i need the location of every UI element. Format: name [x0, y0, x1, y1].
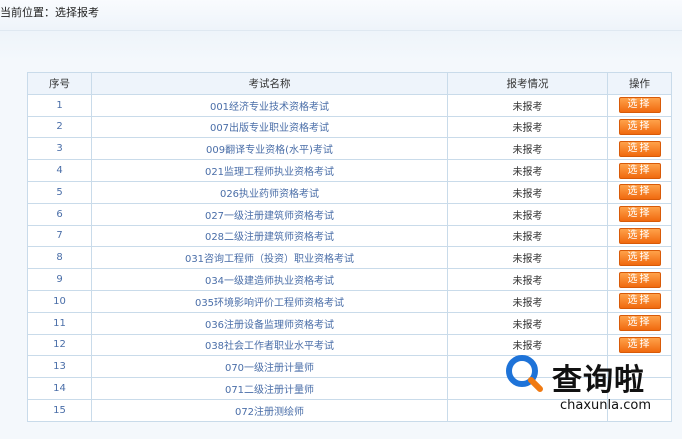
row-number: 11 — [27, 311, 92, 335]
exam-name: 070一级注册计量师 — [91, 355, 448, 379]
header-bar: 当前位置：选择报考 — [0, 0, 682, 31]
action-cell: 选择 — [607, 202, 672, 226]
select-button[interactable]: 选择 — [618, 249, 661, 266]
registration-status: 未报考 — [447, 159, 608, 182]
exam-name: 038社会工作者职业水平考试 — [91, 333, 448, 357]
action-cell: 选择 — [607, 180, 672, 204]
exam-name: 028二级注册建筑师资格考试 — [91, 224, 448, 248]
action-cell: 选择 — [607, 115, 672, 139]
registration-status: 未报考 — [447, 180, 608, 204]
row-number: 8 — [27, 246, 92, 270]
table-row: 1 001经济专业技术资格考试 未报考 选择 — [27, 93, 672, 117]
registration-status: 未报考 — [447, 224, 608, 248]
action-cell: 选择 — [607, 159, 672, 182]
action-cell: 选择 — [607, 289, 672, 313]
select-button[interactable]: 选择 — [618, 118, 661, 135]
row-number: 4 — [27, 159, 92, 182]
row-number: 12 — [27, 333, 92, 357]
watermark-brand-cn: 查询啦 — [552, 363, 645, 398]
registration-status: 未报考 — [447, 115, 608, 139]
select-button[interactable]: 选择 — [618, 140, 661, 157]
column-header-status: 报考情况 — [447, 72, 608, 95]
table-row: 4 021监理工程师执业资格考试 未报考 选择 — [27, 159, 672, 182]
exam-name: 035环境影响评价工程师资格考试 — [91, 289, 448, 313]
table-row: 10 035环境影响评价工程师资格考试 未报考 选择 — [27, 289, 672, 313]
action-cell: 选择 — [607, 246, 672, 270]
registration-status: 未报考 — [447, 268, 608, 291]
table-header-row: 序号 考试名称 报考情况 操作 — [27, 72, 672, 95]
row-number: 7 — [27, 224, 92, 248]
table-row: 11 036注册设备监理师资格考试 未报考 选择 — [27, 311, 672, 335]
select-button[interactable]: 选择 — [618, 271, 661, 288]
action-cell: 选择 — [607, 268, 672, 291]
action-cell: 选择 — [607, 137, 672, 161]
breadcrumb: 当前位置：选择报考 — [0, 6, 99, 19]
registration-status: 未报考 — [447, 93, 608, 117]
select-button[interactable]: 选择 — [618, 97, 661, 114]
registration-status: 未报考 — [447, 137, 608, 161]
registration-status: 未报考 — [447, 246, 608, 270]
select-button[interactable]: 选择 — [618, 227, 661, 244]
table-row: 5 026执业药师资格考试 未报考 选择 — [27, 180, 672, 204]
row-number: 9 — [27, 268, 92, 291]
row-number: 14 — [27, 377, 92, 400]
exam-name: 007出版专业职业资格考试 — [91, 115, 448, 139]
action-cell: 选择 — [607, 93, 672, 117]
header-band — [0, 31, 682, 61]
select-button[interactable]: 选择 — [618, 162, 661, 179]
row-number: 2 — [27, 115, 92, 139]
select-button[interactable]: 选择 — [618, 184, 661, 201]
column-header-name: 考试名称 — [91, 72, 448, 95]
magnifier-logo-icon — [506, 355, 543, 392]
select-button[interactable]: 选择 — [618, 315, 661, 332]
column-header-no: 序号 — [27, 72, 92, 95]
exam-name: 027一级注册建筑师资格考试 — [91, 202, 448, 226]
registration-status: 未报考 — [447, 289, 608, 313]
exam-name: 036注册设备监理师资格考试 — [91, 311, 448, 335]
row-number: 15 — [27, 398, 92, 422]
row-number: 3 — [27, 137, 92, 161]
exam-name: 009翻译专业资格(水平)考试 — [91, 137, 448, 161]
exam-name: 072注册测绘师 — [91, 398, 448, 422]
row-number: 5 — [27, 180, 92, 204]
table-row: 8 031咨询工程师（投资）职业资格考试 未报考 选择 — [27, 246, 672, 270]
watermark-brand-en: chaxunla.com — [560, 398, 651, 413]
column-header-action: 操作 — [607, 72, 672, 95]
table-row: 9 034一级建造师执业资格考试 未报考 选择 — [27, 268, 672, 291]
exam-name: 021监理工程师执业资格考试 — [91, 159, 448, 182]
registration-status: 未报考 — [447, 202, 608, 226]
table-row: 2 007出版专业职业资格考试 未报考 选择 — [27, 115, 672, 139]
action-cell: 选择 — [607, 311, 672, 335]
row-number: 13 — [27, 355, 92, 379]
exam-name: 071二级注册计量师 — [91, 377, 448, 400]
table-row: 3 009翻译专业资格(水平)考试 未报考 选择 — [27, 137, 672, 161]
row-number: 6 — [27, 202, 92, 226]
exam-name: 001经济专业技术资格考试 — [91, 93, 448, 117]
select-button[interactable]: 选择 — [618, 206, 661, 223]
action-cell: 选择 — [607, 224, 672, 248]
row-number: 1 — [27, 93, 92, 117]
row-number: 10 — [27, 289, 92, 313]
exam-name: 026执业药师资格考试 — [91, 180, 448, 204]
table-row: 6 027一级注册建筑师资格考试 未报考 选择 — [27, 202, 672, 226]
watermark: 查询啦 chaxunla.com — [500, 347, 670, 427]
exam-name: 031咨询工程师（投资）职业资格考试 — [91, 246, 448, 270]
select-button[interactable]: 选择 — [618, 293, 661, 310]
registration-status: 未报考 — [447, 311, 608, 335]
table-row: 7 028二级注册建筑师资格考试 未报考 选择 — [27, 224, 672, 248]
exam-name: 034一级建造师执业资格考试 — [91, 268, 448, 291]
